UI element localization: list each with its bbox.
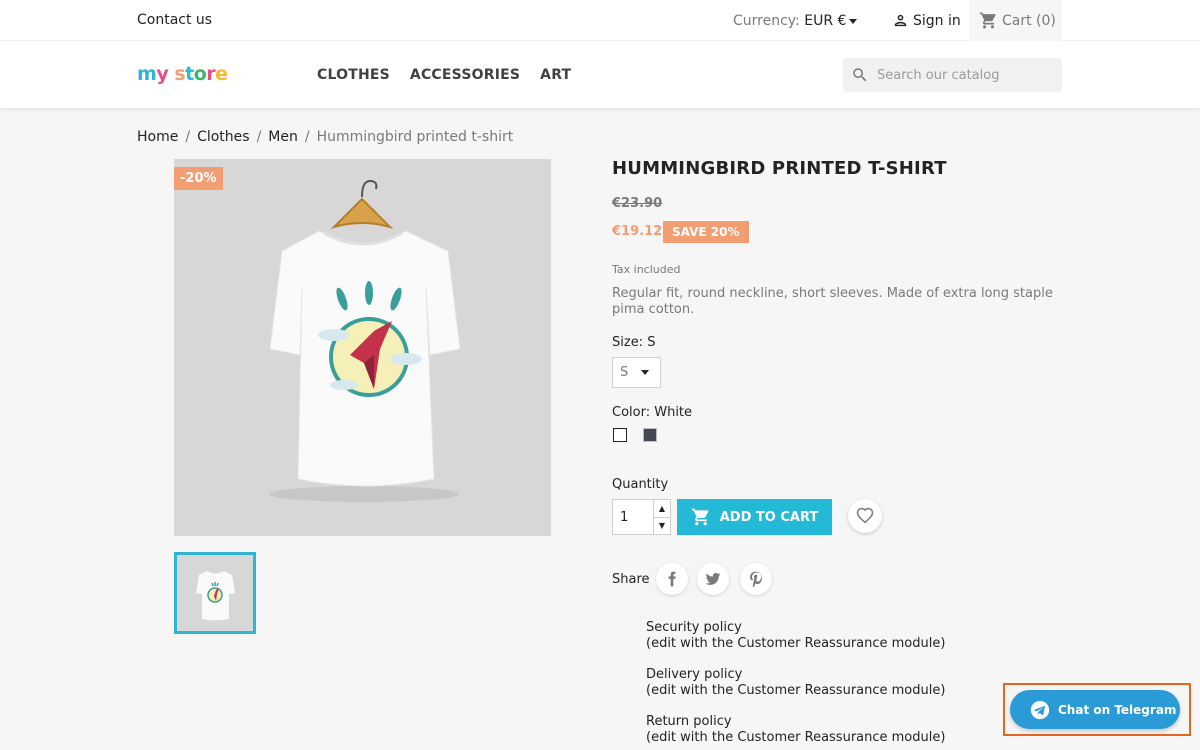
share-facebook-button[interactable] bbox=[656, 563, 688, 595]
add-to-cart-label: ADD TO CART bbox=[719, 509, 819, 525]
main-nav: CLOTHES ACCESSORIES ART bbox=[317, 67, 571, 83]
quantity-label: Quantity bbox=[612, 477, 669, 492]
save-badge: SAVE 20% bbox=[663, 221, 749, 243]
telegram-icon bbox=[1030, 700, 1050, 719]
tshirt-image bbox=[269, 179, 461, 502]
caret-down-icon bbox=[641, 370, 650, 375]
security-policy: Security policy (edit with the Customer … bbox=[646, 620, 945, 652]
currency-selector[interactable]: Currency: EUR € bbox=[733, 13, 858, 29]
wishlist-button[interactable] bbox=[848, 499, 882, 533]
twitter-icon bbox=[705, 573, 721, 585]
policy-title: Security policy bbox=[646, 620, 742, 635]
policy-note: (edit with the Customer Reassurance modu… bbox=[646, 636, 946, 651]
product-main-image[interactable] bbox=[174, 159, 551, 536]
main-header: my store CLOTHES ACCESSORIES ART bbox=[0, 41, 1200, 108]
add-to-cart-button[interactable]: ADD TO CART bbox=[677, 499, 832, 535]
product-thumbnail[interactable] bbox=[174, 552, 256, 634]
pinterest-icon bbox=[750, 571, 762, 587]
return-policy: Return policy (edit with the Customer Re… bbox=[646, 714, 945, 746]
facebook-icon bbox=[668, 571, 676, 587]
cart-icon bbox=[979, 12, 996, 29]
currency-label: Currency: bbox=[733, 13, 800, 29]
quantity-down-icon[interactable]: ▼ bbox=[654, 518, 670, 535]
quantity-stepper: ▲ ▼ bbox=[612, 499, 671, 535]
breadcrumb: Home / Clothes / Men / Hummingbird print… bbox=[137, 129, 513, 145]
sign-in-link[interactable]: Sign in bbox=[892, 12, 961, 29]
product-title: HUMMINGBIRD PRINTED T-SHIRT bbox=[612, 158, 947, 179]
policy-title: Return policy bbox=[646, 714, 732, 729]
policy-title: Delivery policy bbox=[646, 667, 743, 682]
share-twitter-button[interactable] bbox=[697, 563, 729, 595]
tax-label: Tax included bbox=[612, 263, 681, 276]
size-select[interactable]: S bbox=[612, 357, 661, 388]
size-selected-value: S bbox=[620, 365, 629, 380]
delivery-policy: Delivery policy (edit with the Customer … bbox=[646, 667, 945, 699]
search-box bbox=[843, 58, 1062, 92]
quantity-input[interactable] bbox=[613, 500, 653, 534]
currency-value: EUR € bbox=[804, 13, 847, 29]
breadcrumb-separator: / bbox=[185, 129, 191, 145]
discount-badge: -20% bbox=[174, 167, 223, 190]
policy-note: (edit with the Customer Reassurance modu… bbox=[646, 730, 946, 745]
nav-accessories[interactable]: ACCESSORIES bbox=[410, 67, 520, 83]
breadcrumb-clothes[interactable]: Clothes bbox=[197, 129, 250, 145]
cart-icon bbox=[691, 508, 709, 526]
top-bar: Contact us Currency: EUR € Sign in Cart … bbox=[0, 0, 1200, 41]
user-icon bbox=[894, 14, 907, 27]
breadcrumb-home[interactable]: Home bbox=[137, 129, 178, 145]
sign-in-label: Sign in bbox=[913, 12, 961, 29]
color-label: Color: White bbox=[612, 405, 693, 420]
caret-down-icon bbox=[849, 18, 858, 24]
chat-on-telegram-button[interactable]: Chat on Telegram bbox=[1010, 690, 1180, 729]
share-pinterest-button[interactable] bbox=[740, 563, 772, 595]
tshirt-thumbnail-image bbox=[196, 571, 235, 621]
regular-price: €23.90 bbox=[612, 196, 663, 211]
search-icon[interactable] bbox=[851, 66, 869, 84]
product-description: Regular fit, round neckline, short sleev… bbox=[612, 286, 1053, 317]
breadcrumb-current: Hummingbird printed t-shirt bbox=[316, 129, 514, 145]
nav-art[interactable]: ART bbox=[540, 67, 571, 83]
search-input[interactable] bbox=[877, 67, 1057, 83]
quantity-up-icon[interactable]: ▲ bbox=[654, 500, 670, 518]
color-swatch-white[interactable] bbox=[613, 428, 627, 442]
current-price: €19.12 bbox=[612, 224, 663, 239]
heart-icon bbox=[856, 507, 874, 524]
size-label: Size: S bbox=[612, 335, 656, 350]
breadcrumb-separator: / bbox=[304, 129, 310, 145]
breadcrumb-separator: / bbox=[256, 129, 262, 145]
cart-label: Cart (0) bbox=[1002, 12, 1056, 29]
contact-us-link[interactable]: Contact us bbox=[137, 12, 212, 28]
nav-clothes[interactable]: CLOTHES bbox=[317, 67, 390, 83]
breadcrumb-men[interactable]: Men bbox=[268, 129, 298, 145]
share-label: Share bbox=[612, 572, 650, 587]
cart-link[interactable]: Cart (0) bbox=[969, 0, 1062, 41]
color-swatch-grey[interactable] bbox=[643, 428, 657, 442]
telegram-label: Chat on Telegram bbox=[1058, 702, 1177, 717]
quantity-steps: ▲ ▼ bbox=[653, 500, 670, 534]
policy-note: (edit with the Customer Reassurance modu… bbox=[646, 683, 946, 698]
store-logo[interactable]: my store bbox=[137, 63, 228, 85]
